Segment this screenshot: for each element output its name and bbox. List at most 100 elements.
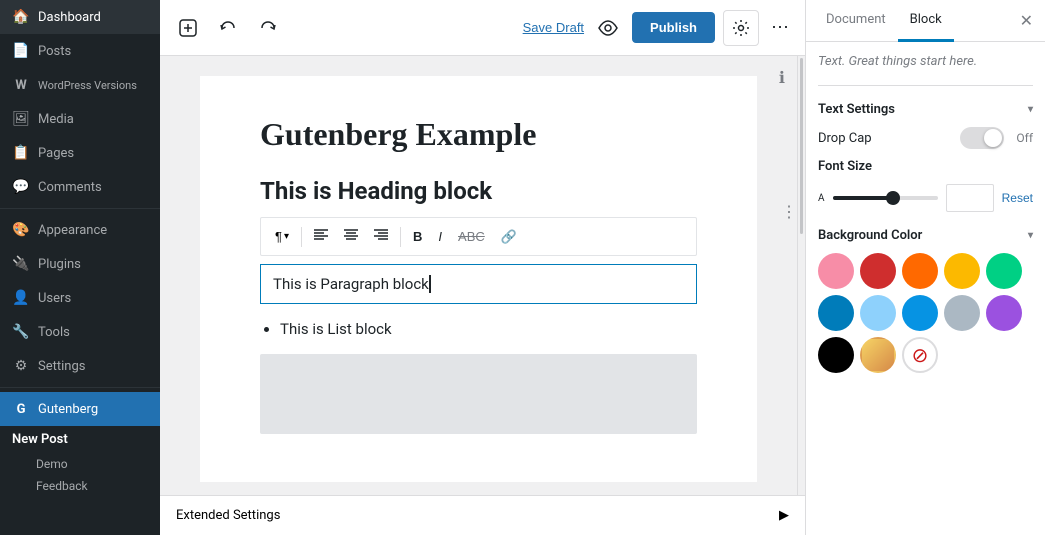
editor-toolbar: Save Draft Publish ⋯ (160, 0, 805, 56)
comments-icon: 💬 (12, 178, 30, 196)
sidebar-item-label: Plugins (38, 257, 81, 272)
info-button[interactable]: ℹ (779, 68, 785, 88)
tab-document[interactable]: Document (814, 0, 898, 42)
sidebar-item-posts[interactable]: 📄 Posts (0, 34, 160, 68)
color-cool-gray[interactable] (944, 295, 980, 331)
block-type-dropdown[interactable]: ¶ ▾ (269, 225, 295, 248)
color-no-color[interactable]: ⊘ (902, 337, 938, 373)
color-gradient[interactable] (860, 337, 896, 373)
redo-button[interactable] (252, 12, 284, 44)
panel-close-button[interactable]: ✕ (1016, 7, 1037, 35)
color-row-1 (818, 253, 1033, 289)
undo-button[interactable] (212, 12, 244, 44)
sidebar-divider-2 (0, 387, 160, 388)
paragraph-text: This is Paragraph block (273, 275, 429, 293)
panel-tabs: Document Block ✕ (806, 0, 1045, 42)
paragraph-icon: ¶ (275, 229, 282, 244)
sidebar-item-tools[interactable]: 🔧 Tools (0, 315, 160, 349)
color-luminous-vivid-amber[interactable] (944, 253, 980, 289)
toolbar-right: Save Draft Publish ⋯ (523, 10, 793, 46)
color-luminous-vivid-orange[interactable] (902, 253, 938, 289)
align-right-icon (374, 228, 388, 242)
text-settings-header[interactable]: Text Settings ▾ (818, 102, 1033, 117)
sidebar-sub-demo[interactable]: Demo (0, 453, 160, 475)
text-settings-label: Text Settings (818, 102, 895, 117)
sidebar-item-pages[interactable]: 📋 Pages (0, 136, 160, 170)
sidebar-sub-feedback[interactable]: Feedback (0, 475, 160, 497)
more-options-button[interactable]: ⋯ (767, 13, 793, 42)
color-vivid-red[interactable] (860, 253, 896, 289)
editor-scrollbar[interactable] (797, 56, 805, 495)
color-vivid-cyan-blue[interactable] (818, 295, 854, 331)
drop-cap-row: Drop Cap Off (818, 127, 1033, 149)
italic-button[interactable]: I (432, 225, 448, 248)
publish-button[interactable]: Publish (632, 12, 715, 43)
sidebar-item-label: Media (38, 112, 74, 127)
color-row-3: ⊘ (818, 337, 1033, 373)
sidebar-item-plugins[interactable]: 🔌 Plugins (0, 247, 160, 281)
tools-icon: 🔧 (12, 323, 30, 341)
font-size-reset-button[interactable]: Reset (1002, 191, 1033, 205)
sidebar-item-comments[interactable]: 💬 Comments (0, 170, 160, 204)
color-black[interactable] (818, 337, 854, 373)
align-left-button[interactable] (308, 224, 334, 249)
block-options-button[interactable]: ⋮ (781, 202, 797, 222)
save-draft-button[interactable]: Save Draft (523, 20, 584, 35)
pages-icon: 📋 (12, 144, 30, 162)
drop-cap-label: Drop Cap (818, 131, 872, 146)
color-light-blue[interactable] (860, 295, 896, 331)
link-button[interactable]: 🔗 (495, 225, 523, 249)
sidebar-divider (0, 208, 160, 209)
color-purple[interactable] (986, 295, 1022, 331)
sidebar: 🏠 Dashboard 📄 Posts W WordPress Versions… (0, 0, 160, 535)
sidebar-item-dashboard[interactable]: 🏠 Dashboard (0, 0, 160, 34)
bold-button[interactable]: B (407, 225, 428, 248)
font-size-slider-thumb (886, 191, 900, 205)
drop-cap-toggle[interactable] (960, 127, 1004, 149)
font-size-input[interactable] (946, 184, 994, 212)
text-cursor (429, 275, 435, 293)
editor-heading[interactable]: This is Heading block (260, 177, 697, 205)
color-pale-pink[interactable] (818, 253, 854, 289)
background-color-chevron: ▾ (1028, 230, 1033, 241)
editor-content: ℹ Gutenberg Example This is Heading bloc… (160, 56, 797, 495)
tab-block[interactable]: Block (898, 0, 954, 42)
font-size-row: A Reset (818, 184, 1033, 212)
settings-toggle-button[interactable] (723, 10, 759, 46)
color-row-2 (818, 295, 1033, 331)
sidebar-item-wordpress-versions[interactable]: W WordPress Versions (0, 68, 160, 102)
redo-icon (259, 19, 277, 37)
font-size-slider[interactable] (833, 196, 938, 200)
list-block[interactable]: This is List block (280, 320, 697, 338)
sidebar-item-appearance[interactable]: 🎨 Appearance (0, 213, 160, 247)
media-icon: 🖼 (12, 110, 30, 128)
dropdown-chevron: ▾ (284, 231, 289, 242)
main-area: Save Draft Publish ⋯ ▲ ▼ (160, 0, 805, 535)
sidebar-item-label: Settings (38, 359, 85, 374)
sidebar-item-label: Appearance (38, 223, 107, 238)
align-center-button[interactable] (338, 224, 364, 249)
panel-body: Text. Great things start here. Text Sett… (806, 42, 1045, 535)
align-center-icon (344, 228, 358, 242)
add-block-button[interactable] (172, 12, 204, 44)
background-color-label: Background Color (818, 228, 922, 243)
background-color-header[interactable]: Background Color ▾ (818, 228, 1033, 243)
no-color-icon: ⊘ (912, 343, 929, 367)
sidebar-item-users[interactable]: 👤 Users (0, 281, 160, 315)
settings-icon: ⚙ (12, 357, 30, 375)
align-right-button[interactable] (368, 224, 394, 249)
extended-settings-bar[interactable]: Extended Settings ▶ (160, 495, 805, 535)
sidebar-item-label: Comments (38, 180, 102, 195)
strikethrough-button[interactable]: ABC (452, 225, 491, 248)
new-post-label: New Post (0, 426, 160, 453)
preview-button[interactable] (592, 12, 624, 44)
editor-title[interactable]: Gutenberg Example (260, 116, 697, 153)
sidebar-item-gutenberg[interactable]: G Gutenberg (0, 392, 160, 426)
drop-cap-state: Off (1016, 131, 1033, 145)
sidebar-item-media[interactable]: 🖼 Media (0, 102, 160, 136)
text-settings-chevron: ▾ (1028, 104, 1033, 115)
paragraph-block[interactable]: This is Paragraph block (260, 264, 697, 304)
color-cyan-blue[interactable] (902, 295, 938, 331)
sidebar-item-settings[interactable]: ⚙ Settings (0, 349, 160, 383)
color-light-green-cyan[interactable] (986, 253, 1022, 289)
